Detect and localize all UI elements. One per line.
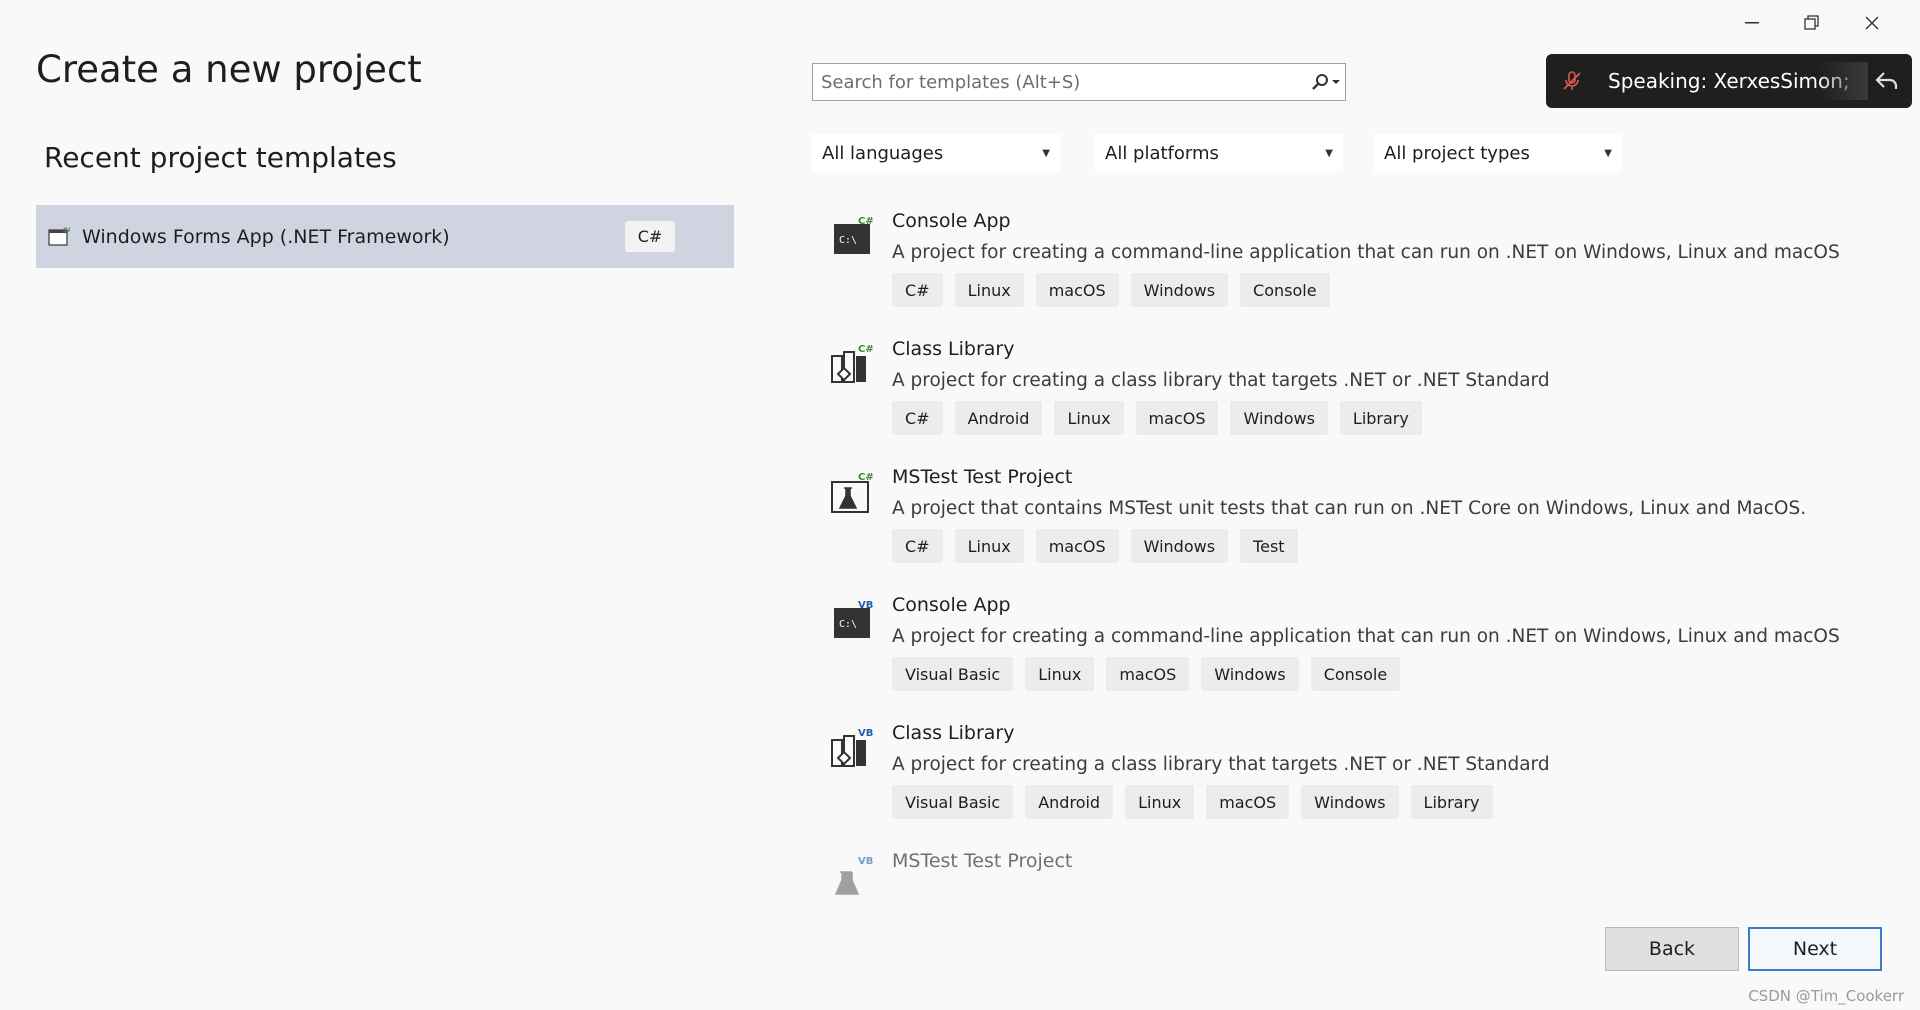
template-name: Class Library (892, 338, 1015, 360)
chevron-down-icon: ▼ (1325, 147, 1333, 159)
next-button[interactable]: Next (1748, 927, 1882, 971)
console-icon: C:\ C# (834, 216, 874, 254)
tag: Linux (954, 273, 1024, 307)
tag: C# (892, 529, 943, 563)
class-library-icon: C# (831, 344, 874, 383)
tag: Windows (1201, 657, 1299, 691)
close-icon (1865, 16, 1879, 30)
svg-text:VB: VB (858, 600, 873, 611)
template-tags: C# Linux macOS Windows Test (892, 529, 1298, 563)
console-icon: C:\ VB (834, 600, 873, 638)
recent-templates-heading: Recent project templates (44, 141, 397, 174)
svg-text:C#: C# (858, 472, 874, 483)
svg-text:VB: VB (858, 856, 873, 867)
restore-icon (1804, 15, 1819, 30)
chevron-down-icon: ▼ (1042, 147, 1050, 159)
tag: Windows (1230, 401, 1328, 435)
svg-text:VB: VB (858, 728, 873, 739)
project-type-filter-label: All project types (1384, 142, 1530, 164)
svg-text:C#: C# (63, 227, 70, 234)
template-search (812, 63, 1346, 101)
chevron-down-icon (1332, 80, 1340, 84)
svg-text:C:\: C:\ (839, 235, 857, 246)
search-icon (1312, 74, 1328, 90)
winforms-icon: C# (48, 227, 70, 246)
close-button[interactable] (1842, 8, 1902, 38)
project-type-filter[interactable]: All project types ▼ (1374, 134, 1622, 172)
template-description: A project for creating a class library t… (892, 370, 1550, 391)
page-title: Create a new project (36, 48, 422, 91)
platform-filter-label: All platforms (1105, 142, 1219, 164)
template-tags: C# Android Linux macOS Windows Library (892, 401, 1422, 435)
tag: Windows (1130, 529, 1229, 563)
svg-text:C:\: C:\ (839, 619, 857, 630)
tag: Console (1310, 657, 1401, 691)
tag: Linux (1125, 785, 1195, 819)
mic-muted-icon[interactable] (1560, 69, 1586, 93)
template-tags: C# Linux macOS Windows Console (892, 273, 1330, 307)
search-input[interactable] (813, 64, 1305, 100)
tag: macOS (1106, 657, 1190, 691)
watermark: CSDN @Tim_Cookerr (1748, 987, 1904, 1005)
tag: Linux (954, 529, 1024, 563)
svg-text:C#: C# (858, 344, 874, 355)
tag: C# (892, 273, 943, 307)
search-button[interactable] (1305, 72, 1345, 92)
minimize-button[interactable] (1722, 8, 1782, 38)
language-filter[interactable]: All languages ▼ (812, 134, 1060, 172)
template-name: Console App (892, 594, 1011, 616)
tag: Console (1240, 273, 1330, 307)
tag: Library (1339, 401, 1422, 435)
tag: Library (1410, 785, 1493, 819)
template-description: A project for creating a class library t… (892, 754, 1550, 775)
back-button[interactable]: Back (1605, 927, 1739, 971)
tag: Windows (1301, 785, 1399, 819)
template-description: A project that contains MSTest unit test… (892, 498, 1807, 519)
test-flask-icon: C# (831, 472, 874, 513)
tag: macOS (1035, 273, 1119, 307)
window-controls (1722, 8, 1902, 38)
svg-text:C#: C# (858, 216, 874, 227)
back-arrow-icon[interactable] (1874, 67, 1900, 98)
chevron-down-icon: ▼ (1604, 147, 1612, 159)
tag: Windows (1130, 273, 1229, 307)
template-name: MSTest Test Project (892, 850, 1073, 872)
test-flask-icon: VB (834, 856, 873, 895)
recent-template-label: Windows Forms App (.NET Framework) (82, 225, 450, 248)
tag: Linux (1025, 657, 1095, 691)
tag: macOS (1135, 401, 1219, 435)
tag: Visual Basic (892, 785, 1014, 819)
speaking-text: Speaking: XerxesSimon; (1608, 69, 1850, 93)
template-description: A project for creating a command-line ap… (892, 626, 1840, 647)
speaking-notification: Speaking: XerxesSimon; (1546, 54, 1912, 108)
language-filter-label: All languages (822, 142, 944, 164)
tag: macOS (1035, 529, 1119, 563)
minimize-icon (1745, 22, 1759, 24)
platform-filter[interactable]: All platforms ▼ (1095, 134, 1343, 172)
template-name: MSTest Test Project (892, 466, 1073, 488)
recent-template-item[interactable]: C# Windows Forms App (.NET Framework) C# (36, 205, 734, 268)
template-name: Class Library (892, 722, 1015, 744)
tag: Test (1240, 529, 1298, 563)
tag: Visual Basic (892, 657, 1014, 691)
class-library-icon: VB (831, 728, 873, 767)
tag: Android (954, 401, 1043, 435)
restore-button[interactable] (1782, 8, 1842, 38)
template-tags: Visual Basic Android Linux macOS Windows… (892, 785, 1493, 819)
template-tags: Visual Basic Linux macOS Windows Console (892, 657, 1401, 691)
language-badge: C# (625, 221, 675, 252)
tag: C# (892, 401, 943, 435)
tag: Android (1025, 785, 1114, 819)
tag: Linux (1054, 401, 1124, 435)
template-description: A project for creating a command-line ap… (892, 242, 1840, 263)
template-name: Console App (892, 210, 1011, 232)
tag: macOS (1206, 785, 1290, 819)
